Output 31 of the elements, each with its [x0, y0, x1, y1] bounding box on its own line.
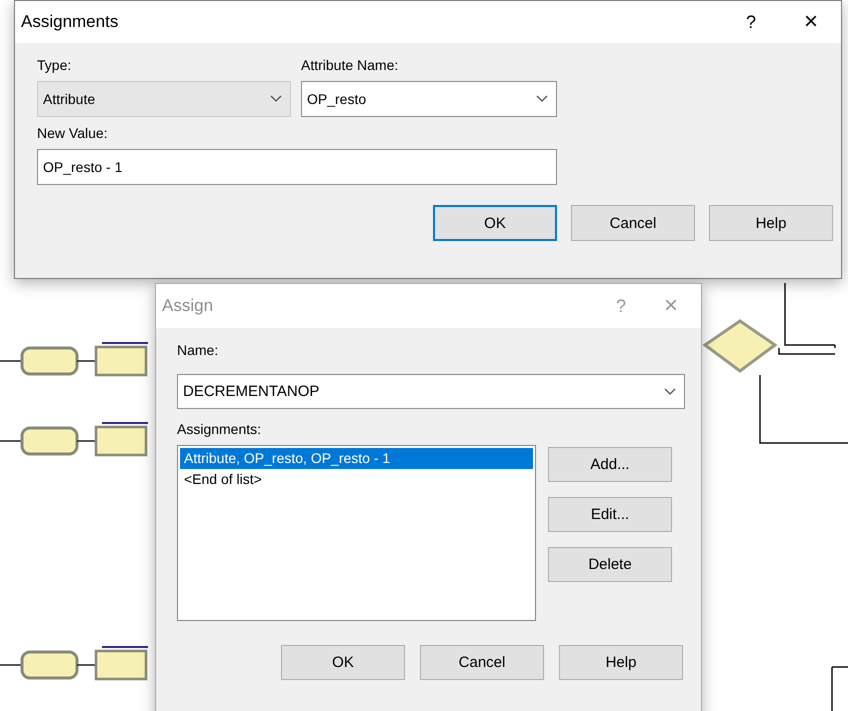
help-button[interactable]: ?	[721, 1, 781, 43]
assignments-list[interactable]: Attribute, OP_resto, OP_resto - 1 <End of list>	[177, 445, 536, 621]
dialog-button[interactable]: Cancel	[420, 645, 544, 680]
list-action-button[interactable]: Delete	[548, 547, 672, 582]
dialog-button[interactable]: OK	[433, 205, 557, 241]
process-module-drawing	[94, 342, 148, 376]
field-label: Type:	[37, 57, 72, 73]
dialog-button[interactable]: Help	[709, 205, 833, 241]
dialog-button[interactable]: Help	[559, 645, 683, 680]
chevron-icon	[270, 95, 282, 103]
close-button[interactable]: ×	[781, 1, 841, 43]
process-module-drawing	[94, 422, 148, 456]
field-label: Attribute Name:	[301, 57, 400, 73]
list-item[interactable]: <End of list>	[180, 469, 533, 490]
chevron-icon	[536, 95, 548, 103]
list-action-button[interactable]: Add...	[548, 447, 672, 482]
attribute-name-dropdown[interactable]: OP_resto	[301, 81, 557, 117]
process-module-drawing	[94, 646, 148, 680]
list-item[interactable]: Attribute, OP_resto, OP_resto - 1	[180, 448, 533, 469]
name-dropdown[interactable]: DECREMENTANOP	[177, 374, 685, 409]
field-label: Assignments:	[177, 421, 262, 437]
list-action-button[interactable]: Edit...	[548, 497, 672, 532]
chevron-icon	[664, 388, 676, 396]
window-title: Assign	[162, 296, 214, 316]
field-label: Name:	[177, 342, 220, 358]
new-value-field[interactable]: OP_resto - 1	[37, 149, 557, 185]
dialog-button[interactable]: OK	[281, 645, 405, 680]
connector-line	[831, 666, 848, 711]
window-title: Assignments	[21, 12, 120, 32]
dialog-button[interactable]: Cancel	[571, 205, 695, 241]
field-label: New Value:	[37, 125, 109, 141]
